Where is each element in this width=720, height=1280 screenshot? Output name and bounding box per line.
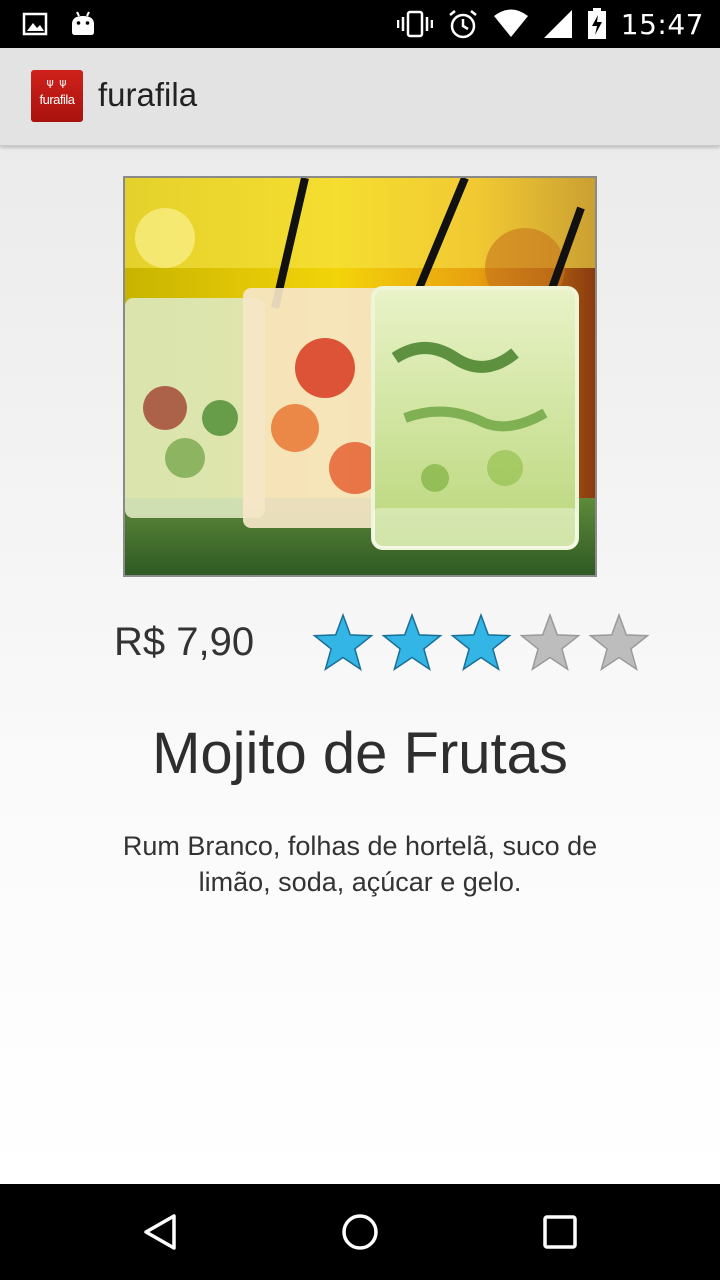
- app-logo[interactable]: ψ ψ furafila: [31, 70, 83, 122]
- star-filled-icon[interactable]: [450, 612, 512, 674]
- star-empty-icon[interactable]: [519, 612, 581, 674]
- wifi-icon: [493, 9, 528, 37]
- home-icon[interactable]: [338, 1210, 382, 1254]
- item-photo: [123, 176, 597, 577]
- item-description: Rum Branco, folhas de hortelã, suco de l…: [122, 831, 598, 897]
- android-notification-icon: [72, 11, 94, 35]
- back-icon[interactable]: [138, 1210, 182, 1254]
- battery-charging-icon: [587, 8, 606, 39]
- app-title: furafila: [98, 76, 198, 113]
- star-empty-icon[interactable]: [588, 612, 650, 674]
- image-notification-icon: [22, 12, 48, 36]
- cell-signal-icon: [543, 10, 572, 38]
- status-time: 15:47: [620, 7, 704, 41]
- alarm-icon: [449, 10, 477, 39]
- cutlery-icon: ψ ψ: [46, 76, 68, 89]
- nav-bar: [0, 1184, 720, 1280]
- item-price: R$ 7,90: [114, 620, 255, 664]
- rating-bar[interactable]: [312, 612, 650, 674]
- app-bar: ψ ψ furafila furafila: [0, 48, 720, 146]
- vibrate-icon: [396, 10, 433, 38]
- item-name: Mojito de Frutas: [152, 721, 568, 786]
- star-filled-icon[interactable]: [381, 612, 443, 674]
- star-filled-icon[interactable]: [312, 612, 374, 674]
- recents-icon[interactable]: [538, 1210, 582, 1254]
- item-detail: R$ 7,90 Mojito de Frutas Rum Branco, fol…: [0, 146, 720, 1184]
- status-bar: 15:47: [0, 0, 720, 48]
- app-logo-text: furafila: [39, 92, 75, 107]
